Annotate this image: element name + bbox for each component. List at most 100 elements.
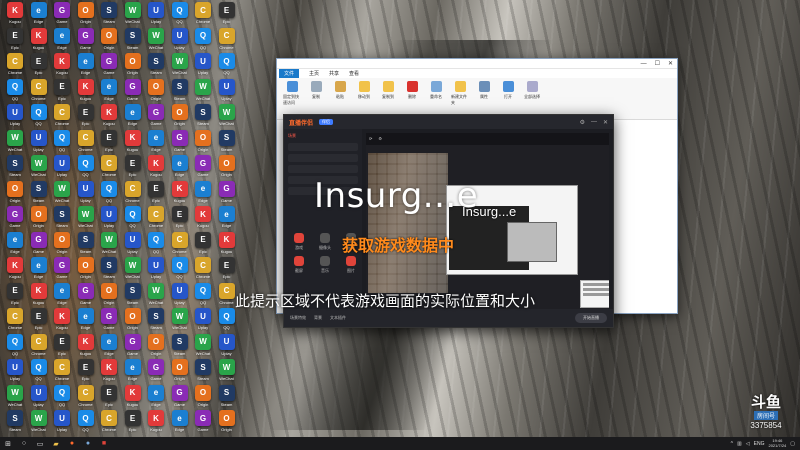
tool-screenshot[interactable]: 截屏: [288, 256, 310, 274]
desktop-icon[interactable]: O Origin: [97, 27, 121, 52]
desktop-icon[interactable]: S Steam: [121, 27, 145, 52]
tool-image[interactable]: 图片: [340, 256, 362, 274]
tab-share[interactable]: 共享: [329, 70, 339, 77]
stream-preview[interactable]: ⟳ ⚙: [366, 133, 609, 309]
desktop-icon[interactable]: K Kugou: [50, 308, 74, 332]
desktop-icon[interactable]: U Uplay: [50, 410, 74, 434]
desktop-icon[interactable]: E Epic: [74, 359, 98, 383]
new-folder-button[interactable]: 新建文件夹: [451, 81, 469, 116]
desktop-icon[interactable]: E Epic: [3, 27, 27, 52]
settings-icon[interactable]: ⚙: [580, 119, 585, 126]
desktop-icon[interactable]: e Edge: [50, 27, 74, 52]
desktop-icon[interactable]: E Epic: [191, 231, 215, 256]
desktop-icon[interactable]: G Game: [27, 231, 51, 256]
desktop-icon[interactable]: O Origin: [215, 410, 239, 434]
tool-game[interactable]: 游戏: [288, 233, 310, 251]
desktop-icon[interactable]: K Kugou: [168, 180, 192, 205]
list-item[interactable]: [288, 165, 358, 173]
desktop-icon[interactable]: W WeChat: [191, 333, 215, 358]
desktop-icon[interactable]: W WeChat: [121, 2, 145, 26]
desktop-icon[interactable]: E Epic: [215, 257, 239, 281]
move-to-button[interactable]: 移动到: [355, 81, 373, 116]
desktop-icon[interactable]: Q QQ: [3, 333, 27, 358]
desktop-icon[interactable]: E Epic: [97, 129, 121, 154]
desktop-icon[interactable]: C Chrome: [50, 104, 74, 128]
desktop-icon[interactable]: e Edge: [215, 206, 239, 230]
desktop-icon[interactable]: C Chrome: [121, 180, 145, 205]
folder-icon[interactable]: ▰: [48, 437, 64, 450]
tool-music[interactable]: 音乐: [314, 256, 336, 274]
desktop-icon[interactable]: G Game: [168, 384, 192, 409]
desktop-icon[interactable]: O Origin: [74, 257, 98, 281]
desktop-icon[interactable]: e Edge: [97, 333, 121, 358]
desktop-icon[interactable]: K Kugou: [215, 231, 239, 256]
desktop-icon[interactable]: Q QQ: [27, 359, 51, 383]
start-stream-button[interactable]: 开始直播: [575, 313, 607, 323]
tab-file[interactable]: 文件: [279, 69, 300, 78]
desktop-icon[interactable]: U Uplay: [168, 27, 192, 52]
task-view-icon[interactable]: ▭: [32, 437, 48, 450]
desktop-icon[interactable]: U Uplay: [191, 308, 215, 332]
desktop-icon[interactable]: C Chrome: [27, 333, 51, 358]
desktop-icon[interactable]: U Uplay: [168, 282, 192, 307]
desktop-icon[interactable]: W WeChat: [168, 53, 192, 77]
desktop-icon[interactable]: E Epic: [50, 78, 74, 103]
desktop-icon[interactable]: S Steam: [3, 155, 27, 179]
desktop-icon[interactable]: O Origin: [191, 384, 215, 409]
desktop-icon[interactable]: K Kugou: [3, 2, 27, 26]
desktop-icon[interactable]: K Kugou: [121, 384, 145, 409]
desktop-icon[interactable]: O Origin: [191, 129, 215, 154]
desktop-icon[interactable]: W WeChat: [3, 129, 27, 154]
desktop-icon[interactable]: C Chrome: [97, 410, 121, 434]
desktop-icon[interactable]: e Edge: [74, 308, 98, 332]
desktop-icon[interactable]: E Epic: [168, 206, 192, 230]
desktop-icon[interactable]: K Kugou: [27, 282, 51, 307]
desktop-icon[interactable]: O Origin: [215, 155, 239, 179]
network-icon[interactable]: ▥: [737, 441, 742, 447]
desktop-icon[interactable]: S Steam: [97, 257, 121, 281]
open-button[interactable]: 打开: [499, 81, 517, 116]
desktop-icon[interactable]: e Edge: [168, 410, 192, 434]
desktop-icon[interactable]: U Uplay: [3, 104, 27, 128]
clock[interactable]: 19:46 2021/7/24: [768, 438, 786, 448]
desktop-icon[interactable]: O Origin: [144, 333, 168, 358]
desktop-icon[interactable]: Q QQ: [215, 308, 239, 332]
desktop-icon[interactable]: W WeChat: [168, 308, 192, 332]
start-button[interactable]: ⊞: [0, 437, 16, 450]
desktop-icon[interactable]: G Game: [191, 155, 215, 179]
desktop-icon[interactable]: Q QQ: [74, 410, 98, 434]
copy-button[interactable]: 复制: [307, 81, 325, 116]
desktop-icon[interactable]: K Kugou: [97, 104, 121, 128]
notification-icon[interactable]: ▢: [790, 441, 795, 447]
desktop-icon[interactable]: S Steam: [191, 104, 215, 128]
desktop-icon[interactable]: U Uplay: [215, 333, 239, 358]
desktop-icon[interactable]: Q QQ: [97, 180, 121, 205]
desktop-icon[interactable]: U Uplay: [144, 257, 168, 281]
desktop-icon[interactable]: E Epic: [27, 53, 51, 77]
desktop-icon[interactable]: C Chrome: [74, 129, 98, 154]
desktop-icon[interactable]: G Game: [3, 206, 27, 230]
desktop-icon[interactable]: e Edge: [168, 155, 192, 179]
desktop-icon[interactable]: W WeChat: [27, 155, 51, 179]
desktop-icon[interactable]: K Kugou: [144, 410, 168, 434]
rename-button[interactable]: 重命名: [427, 81, 445, 116]
desktop-icon[interactable]: U Uplay: [97, 206, 121, 230]
desktop-icon[interactable]: S Steam: [50, 206, 74, 230]
desktop-icon[interactable]: G Game: [121, 78, 145, 103]
desktop-icon[interactable]: e Edge: [27, 2, 51, 26]
desktop-icon[interactable]: K Kugou: [27, 27, 51, 52]
desktop-icon[interactable]: C Chrome: [215, 27, 239, 52]
tab-home[interactable]: 主页: [309, 70, 319, 77]
desktop-icon[interactable]: U Uplay: [144, 2, 168, 26]
gear-icon[interactable]: ⚙: [378, 136, 382, 141]
desktop-icon[interactable]: G Game: [144, 104, 168, 128]
desktop-icon[interactable]: E Epic: [97, 384, 121, 409]
desktop-icon[interactable]: O Origin: [74, 2, 98, 26]
desktop-icon[interactable]: O Origin: [121, 53, 145, 77]
desktop-icon[interactable]: W WeChat: [121, 257, 145, 281]
desktop-icon[interactable]: C Chrome: [191, 257, 215, 281]
desktop-icon[interactable]: W WeChat: [215, 104, 239, 128]
desktop-icon[interactable]: C Chrome: [168, 231, 192, 256]
desktop-icon[interactable]: W WeChat: [191, 78, 215, 103]
desktop-icon[interactable]: G Game: [121, 333, 145, 358]
